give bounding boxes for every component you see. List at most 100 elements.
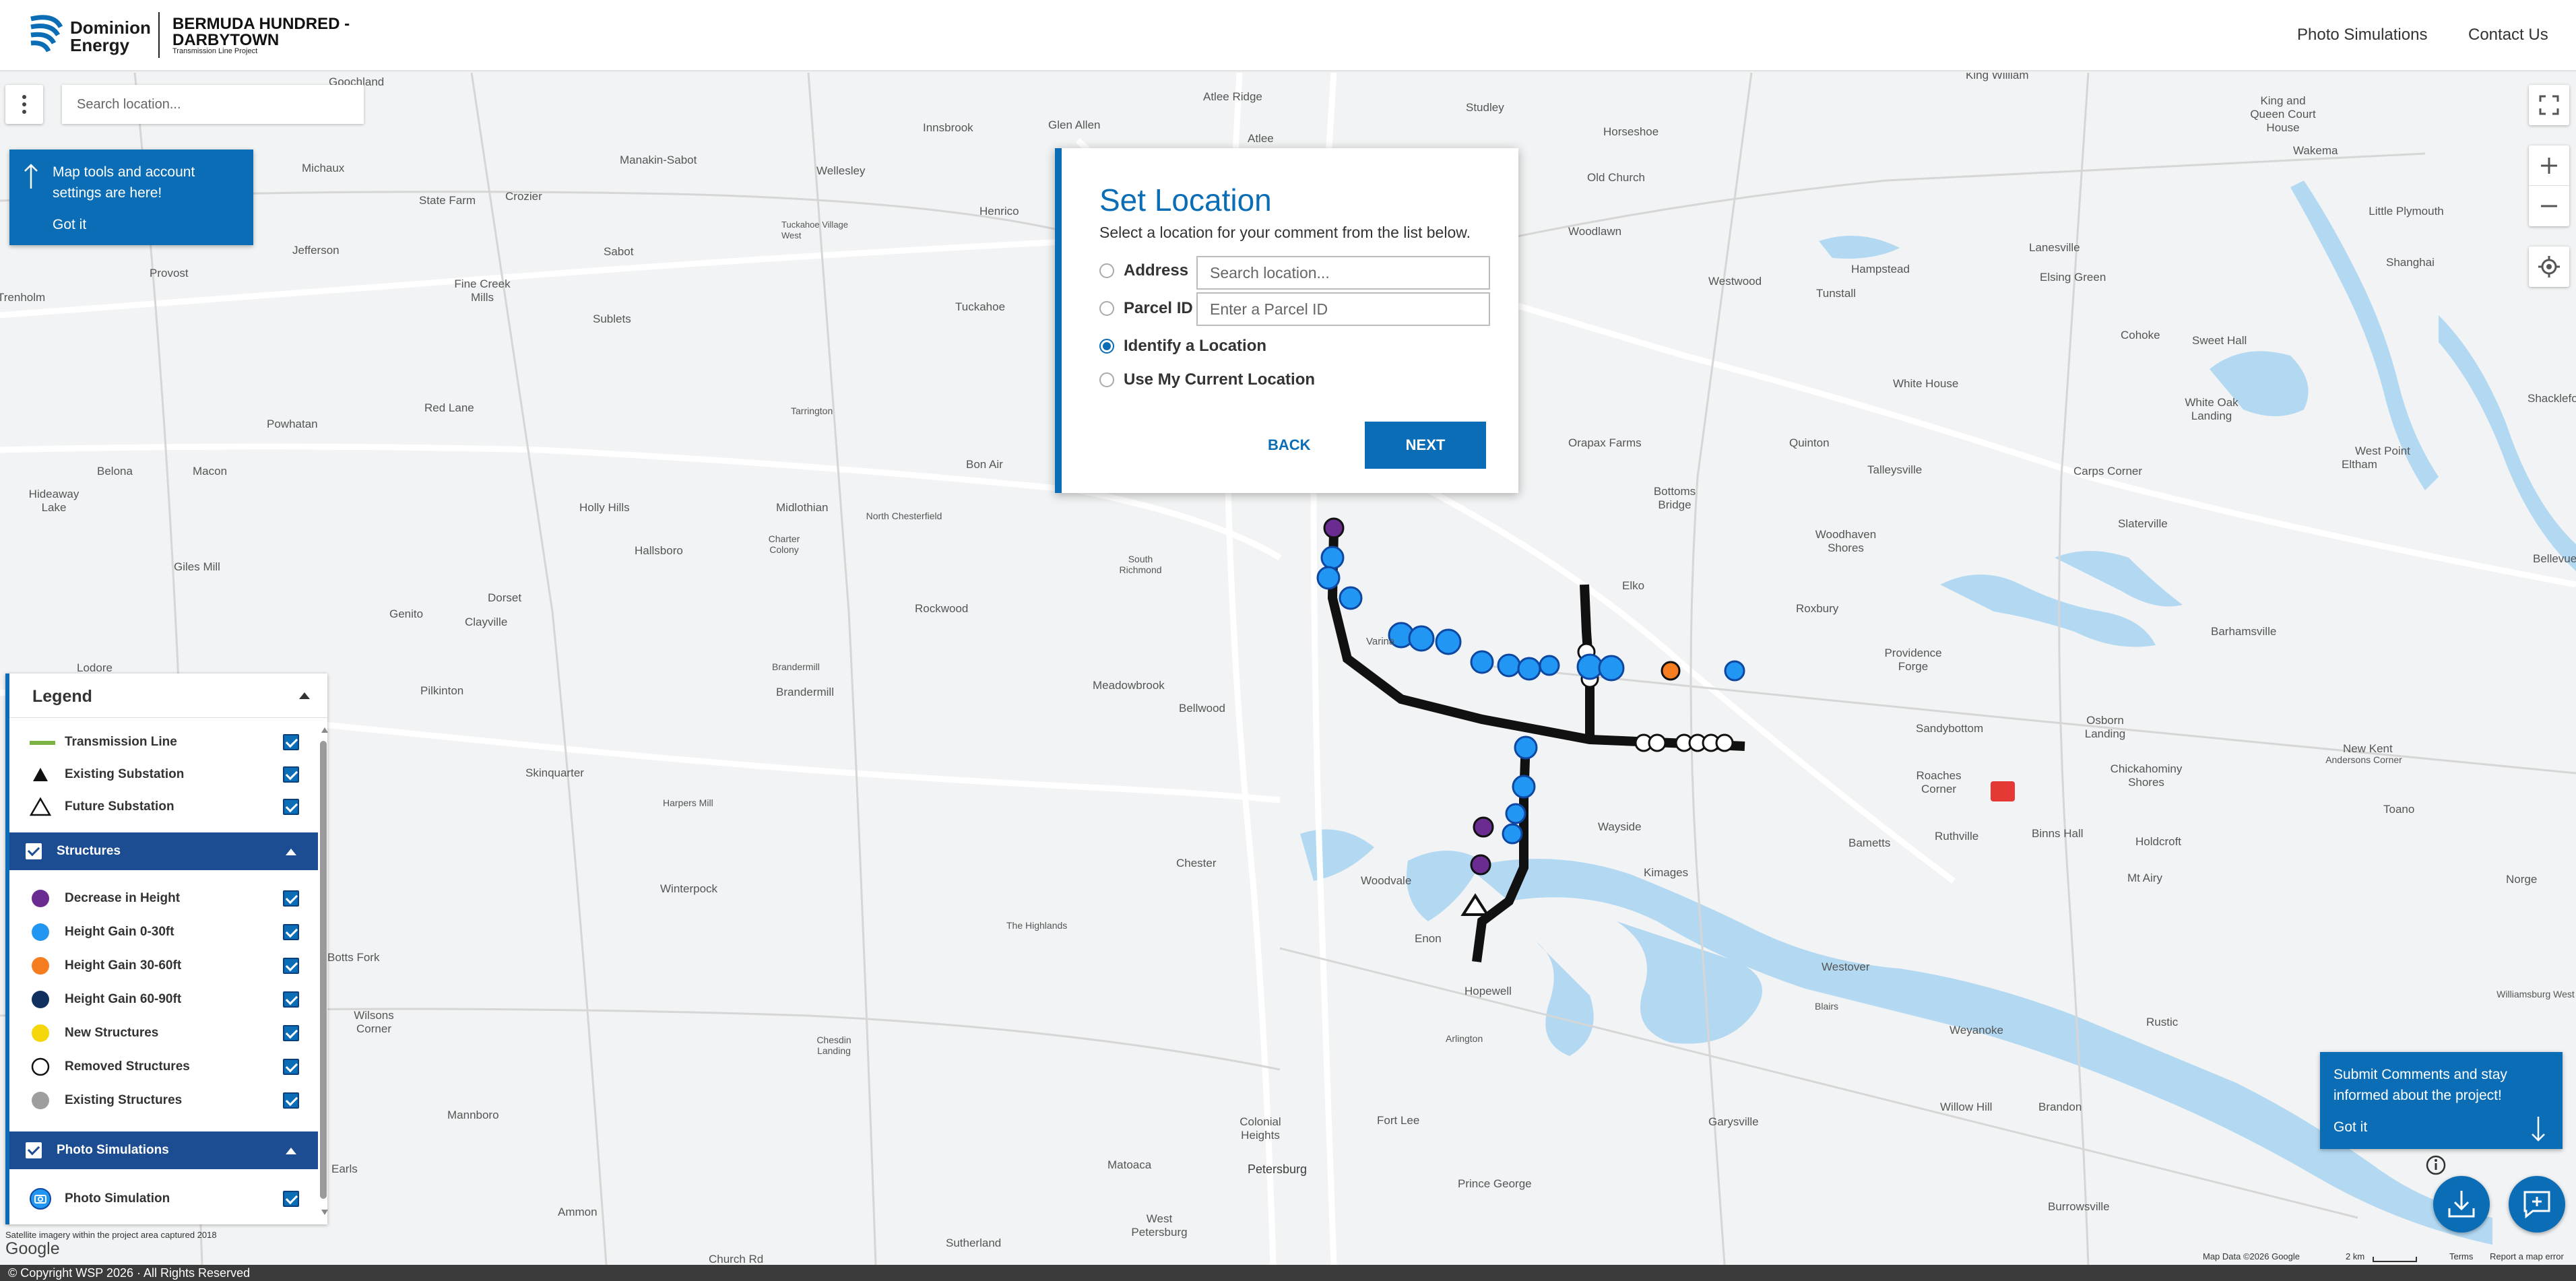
place-label: Westwood: [1708, 275, 1762, 288]
legend-item-existing: Existing Structures: [9, 1084, 313, 1117]
structures-checkbox[interactable]: [26, 843, 42, 859]
place-label: Sandybottom: [1916, 722, 1984, 735]
place-label: Osborn Landing: [2084, 714, 2126, 740]
height-gain-0-30-checkbox[interactable]: [283, 924, 299, 940]
removed-structures-icon: [31, 1057, 50, 1076]
height-gain-structures: [1316, 546, 1745, 845]
transmission-line-checkbox[interactable]: [283, 734, 299, 750]
option-identify-location[interactable]: Identify a Location: [1099, 337, 1266, 356]
existing-structures-checkbox[interactable]: [283, 1092, 299, 1109]
current-location-radio[interactable]: [1099, 372, 1114, 387]
place-label: Willow Hill: [1940, 1101, 1993, 1113]
place-label: Kimages: [1644, 866, 1689, 879]
legend-item-future-substation: Future Substation: [9, 791, 313, 823]
new-structures-checkbox[interactable]: [283, 1025, 299, 1041]
chevron-up-icon[interactable]: [286, 849, 296, 855]
place-label: Tuckahoe: [955, 300, 1006, 313]
height-gain-30-60-checkbox[interactable]: [283, 958, 299, 974]
place-label: Quinton: [1789, 436, 1830, 449]
height-gain-0-30-icon: [32, 923, 49, 941]
google-logo[interactable]: Google: [5, 1239, 60, 1259]
chevron-up-icon[interactable]: [299, 692, 310, 699]
submit-comments-tip-dismiss[interactable]: Got it: [2333, 1119, 2367, 1136]
place-label: Tarrington: [791, 405, 833, 416]
place-label: New Kent: [2343, 742, 2393, 755]
legend-scrollbar[interactable]: [319, 727, 328, 1218]
photo-simulations-checkbox[interactable]: [26, 1142, 42, 1158]
place-label: Williamsburg West: [2497, 989, 2575, 999]
address-radio[interactable]: [1099, 263, 1114, 278]
map-tools-tip-dismiss[interactable]: Got it: [53, 217, 86, 233]
place-label: North Chesterfield: [866, 511, 942, 521]
parcel-id-input[interactable]: [1196, 292, 1490, 326]
place-label: Mt Airy: [2127, 872, 2162, 884]
map-search-input[interactable]: [62, 85, 364, 124]
place-label: Macon: [193, 465, 228, 478]
place-label: Matoaca: [1107, 1158, 1152, 1171]
project-subtitle: Transmission Line Project: [172, 47, 258, 55]
future-substation-checkbox[interactable]: [283, 799, 299, 815]
dominion-energy-logo-icon: [30, 15, 63, 53]
terms-link[interactable]: Terms: [2449, 1251, 2473, 1261]
place-label: Woodlawn: [1568, 225, 1622, 238]
brand-name[interactable]: Dominion Energy: [70, 19, 151, 54]
map-menu-button[interactable]: [5, 85, 43, 124]
nav-contact-us[interactable]: Contact Us: [2468, 26, 2548, 44]
submit-comments-tip-text: Submit Comments and stay informed about …: [2333, 1067, 2507, 1103]
legend-item-gain-30-60: Height Gain 30-60ft: [9, 950, 313, 982]
option-current-location[interactable]: Use My Current Location: [1099, 370, 1315, 389]
removed-structures-checkbox[interactable]: [283, 1059, 299, 1075]
place-label: Wellesley: [816, 164, 866, 177]
identify-location-radio[interactable]: [1099, 339, 1114, 354]
place-label: Tuckahoe Village West: [781, 220, 849, 240]
photo-simulation-checkbox[interactable]: [283, 1191, 299, 1207]
place-label: Earls: [331, 1162, 358, 1175]
place-label: Meadowbrook: [1093, 679, 1165, 692]
place-label: Hopewell: [1464, 985, 1512, 997]
place-label: Shackleford: [2527, 392, 2576, 405]
legend-section-photo-simulations[interactable]: Photo Simulations: [9, 1131, 318, 1169]
place-label: Brandermill: [772, 661, 820, 672]
decrease-height-checkbox[interactable]: [283, 890, 299, 907]
map-scale-label[interactable]: 2 km: [2346, 1251, 2364, 1261]
back-button[interactable]: BACK: [1268, 436, 1311, 454]
option-parcel-id[interactable]: Parcel ID: [1099, 299, 1193, 318]
place-label: Crozier: [505, 190, 542, 203]
place-label: Woodvale: [1361, 874, 1412, 887]
place-label: Hideaway Lake: [28, 488, 79, 514]
fullscreen-button[interactable]: [2529, 85, 2569, 125]
chevron-up-icon[interactable]: [286, 1148, 296, 1154]
place-label: Genito: [389, 607, 424, 620]
nav-photo-simulations[interactable]: Photo Simulations: [2297, 26, 2427, 44]
my-location-button[interactable]: [2529, 247, 2569, 287]
place-label: Slaterville: [2118, 517, 2168, 530]
option-address[interactable]: Address: [1099, 261, 1188, 280]
place-label: Roxbury: [1796, 602, 1839, 615]
info-icon[interactable]: [2425, 1154, 2447, 1176]
place-label: Woodhaven Shores: [1815, 528, 1877, 554]
existing-substation-checkbox[interactable]: [283, 766, 299, 783]
report-map-error-link[interactable]: Report a map error: [2490, 1251, 2564, 1261]
add-comment-button[interactable]: [2509, 1176, 2565, 1233]
height-gain-60-90-checkbox[interactable]: [283, 991, 299, 1008]
place-label: Barhamsville: [2211, 625, 2277, 638]
parcel-id-radio[interactable]: [1099, 301, 1114, 316]
place-label: Fort Lee: [1377, 1114, 1420, 1127]
place-label: Bottoms Bridge: [1653, 485, 1696, 511]
decrease-height-icon: [32, 890, 49, 907]
place-label: Ruthville: [1935, 830, 1979, 843]
next-button[interactable]: NEXT: [1365, 422, 1486, 469]
legend-section-structures[interactable]: Structures: [9, 832, 318, 870]
place-label: Toano: [2383, 803, 2415, 816]
place-label: Sublets: [593, 313, 631, 325]
download-button[interactable]: [2433, 1176, 2490, 1233]
place-label: Orapax Farms: [1568, 436, 1642, 449]
place-label: Holly Hills: [579, 501, 630, 514]
zoom-in-button[interactable]: [2529, 145, 2569, 186]
address-search-input[interactable]: [1196, 256, 1490, 290]
legend-header[interactable]: Legend: [9, 674, 327, 718]
place-label: Fine Creek Mills: [454, 277, 511, 304]
place-label: Brandermill: [776, 686, 834, 698]
project-title: BERMUDA HUNDRED - DARBYTOWN: [172, 15, 350, 49]
zoom-out-button[interactable]: [2529, 186, 2569, 226]
